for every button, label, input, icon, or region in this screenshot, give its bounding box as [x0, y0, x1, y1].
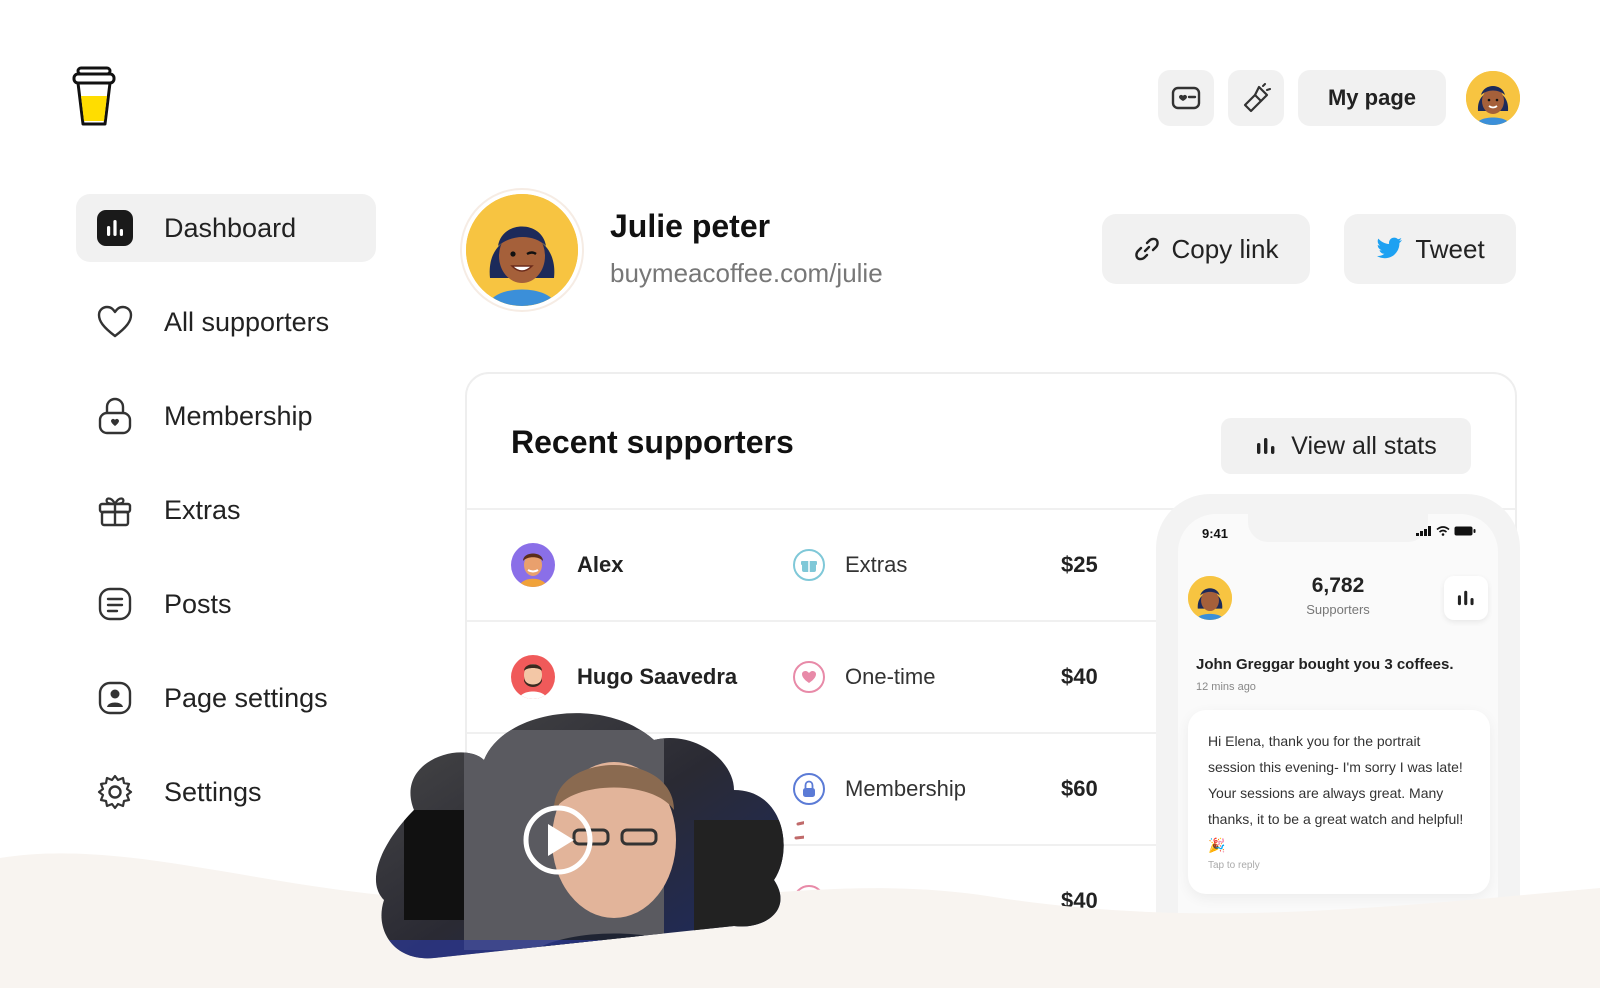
phone-mockup: 9:41 6,782 Supporters John Greggar bough…	[1156, 494, 1520, 988]
top-bar: My page	[1157, 70, 1520, 126]
activity-item: Aron is now a member.	[1196, 930, 1361, 947]
support-type: One-time	[845, 888, 936, 913]
supporter-name: Hugo Saavedra	[577, 664, 738, 689]
message-text: Hi Elena, thank you for the portrait ses…	[1208, 733, 1464, 853]
sidebar-item-label: Extras	[164, 494, 241, 525]
phone-screen: 9:41 6,782 Supporters John Greggar bough…	[1178, 514, 1498, 988]
extras-type-icon	[793, 549, 825, 581]
my-page-button[interactable]: My page	[1297, 70, 1446, 126]
phone-notch	[1248, 514, 1428, 542]
phone-time: 9:41	[1202, 526, 1229, 541]
tweet-label: Tweet	[1415, 233, 1485, 264]
supporter-avatar	[511, 543, 555, 587]
phone-stats-button[interactable]	[1444, 576, 1488, 620]
support-amount: $40	[1061, 664, 1098, 689]
winking-avatar-illustration-icon	[466, 194, 578, 306]
support-amount: $25	[1061, 552, 1098, 577]
bar-chart-icon	[96, 209, 134, 247]
profile-url[interactable]: buymeacoffee.com/julie	[610, 258, 883, 289]
megaphone-icon	[1243, 83, 1271, 113]
signal-icon	[1416, 526, 1431, 536]
sidebar-item-label: Dashboard	[164, 212, 297, 243]
sidebar-item-label: Settings	[164, 776, 262, 807]
sidebar-item-dashboard[interactable]: Dashboard	[76, 194, 376, 262]
sidebar-item-posts[interactable]: Posts	[76, 570, 376, 638]
document-icon	[96, 585, 134, 623]
bar-chart-icon	[1257, 438, 1275, 454]
status-icons	[1416, 526, 1476, 536]
user-avatar[interactable]	[1466, 71, 1520, 125]
support-amount: $40	[1061, 888, 1098, 913]
sidebar-item-label: Posts	[164, 588, 232, 619]
card-title: Recent supporters	[511, 424, 794, 460]
activity-time: 12 mins ago	[1196, 681, 1256, 693]
sidebar-item-membership[interactable]: Membership	[76, 382, 376, 450]
view-all-stats-button[interactable]: View all stats	[1221, 418, 1471, 474]
copy-link-label: Copy link	[1171, 233, 1279, 264]
tap-to-reply[interactable]: Tap to reply	[1208, 860, 1470, 871]
lock-heart-icon	[96, 397, 134, 435]
user-avatar-illustration-icon	[1466, 71, 1520, 125]
profile-name: Julie peter	[610, 208, 771, 244]
wifi-icon	[1436, 526, 1450, 536]
coffee-cup-logo-icon[interactable]	[72, 66, 116, 128]
sidebar-item-page-settings[interactable]: Page settings	[76, 664, 376, 732]
profile-icon	[96, 679, 134, 717]
battery-icon	[1454, 526, 1476, 536]
support-type: One-time	[845, 664, 936, 689]
sidebar-item-label: All supporters	[164, 306, 330, 337]
support-amount: $60	[1061, 776, 1098, 801]
profile-avatar	[462, 190, 582, 310]
sidebar-item-all-supporters[interactable]: All supporters	[76, 288, 376, 356]
sidebar: Dashboard All supporters Membership Extr…	[76, 194, 376, 852]
alex-avatar-illustration-icon	[511, 543, 555, 587]
link-icon	[1134, 237, 1159, 261]
supporter-avatar	[511, 655, 555, 699]
heart-card-icon	[1171, 86, 1201, 110]
sidebar-item-label: Page settings	[164, 682, 328, 713]
gift-icon	[96, 491, 134, 529]
message-bubble[interactable]: Hi Elena, thank you for the portrait ses…	[1188, 710, 1490, 894]
sidebar-item-extras[interactable]: Extras	[76, 476, 376, 544]
widget-button[interactable]	[1157, 70, 1214, 126]
gear-icon	[96, 773, 134, 811]
sidebar-item-settings[interactable]: Settings	[76, 758, 376, 826]
app-frame: My page Dashboard All supporters Members…	[0, 0, 1600, 988]
heart-icon	[96, 303, 134, 341]
announcement-button[interactable]	[1227, 70, 1284, 126]
view-all-stats-label: View all stats	[1291, 431, 1437, 460]
twitter-bird-icon	[1377, 237, 1403, 259]
copy-link-button[interactable]: Copy link	[1102, 214, 1310, 284]
bar-chart-icon	[1457, 590, 1474, 606]
support-type: Membership	[845, 776, 967, 801]
hugo-avatar-illustration-icon	[511, 655, 555, 699]
one-time-heart-icon	[793, 661, 825, 693]
supporter-name: Alex	[577, 552, 624, 577]
activity-time: 20 mins ago	[1196, 953, 1256, 965]
support-type: Extras	[845, 552, 908, 577]
activity-item: John Greggar bought you 3 coffees.	[1196, 656, 1454, 673]
sidebar-item-label: Membership	[164, 400, 313, 431]
tweet-button[interactable]: Tweet	[1344, 214, 1516, 284]
video-player-thumbnail[interactable]	[374, 700, 804, 974]
